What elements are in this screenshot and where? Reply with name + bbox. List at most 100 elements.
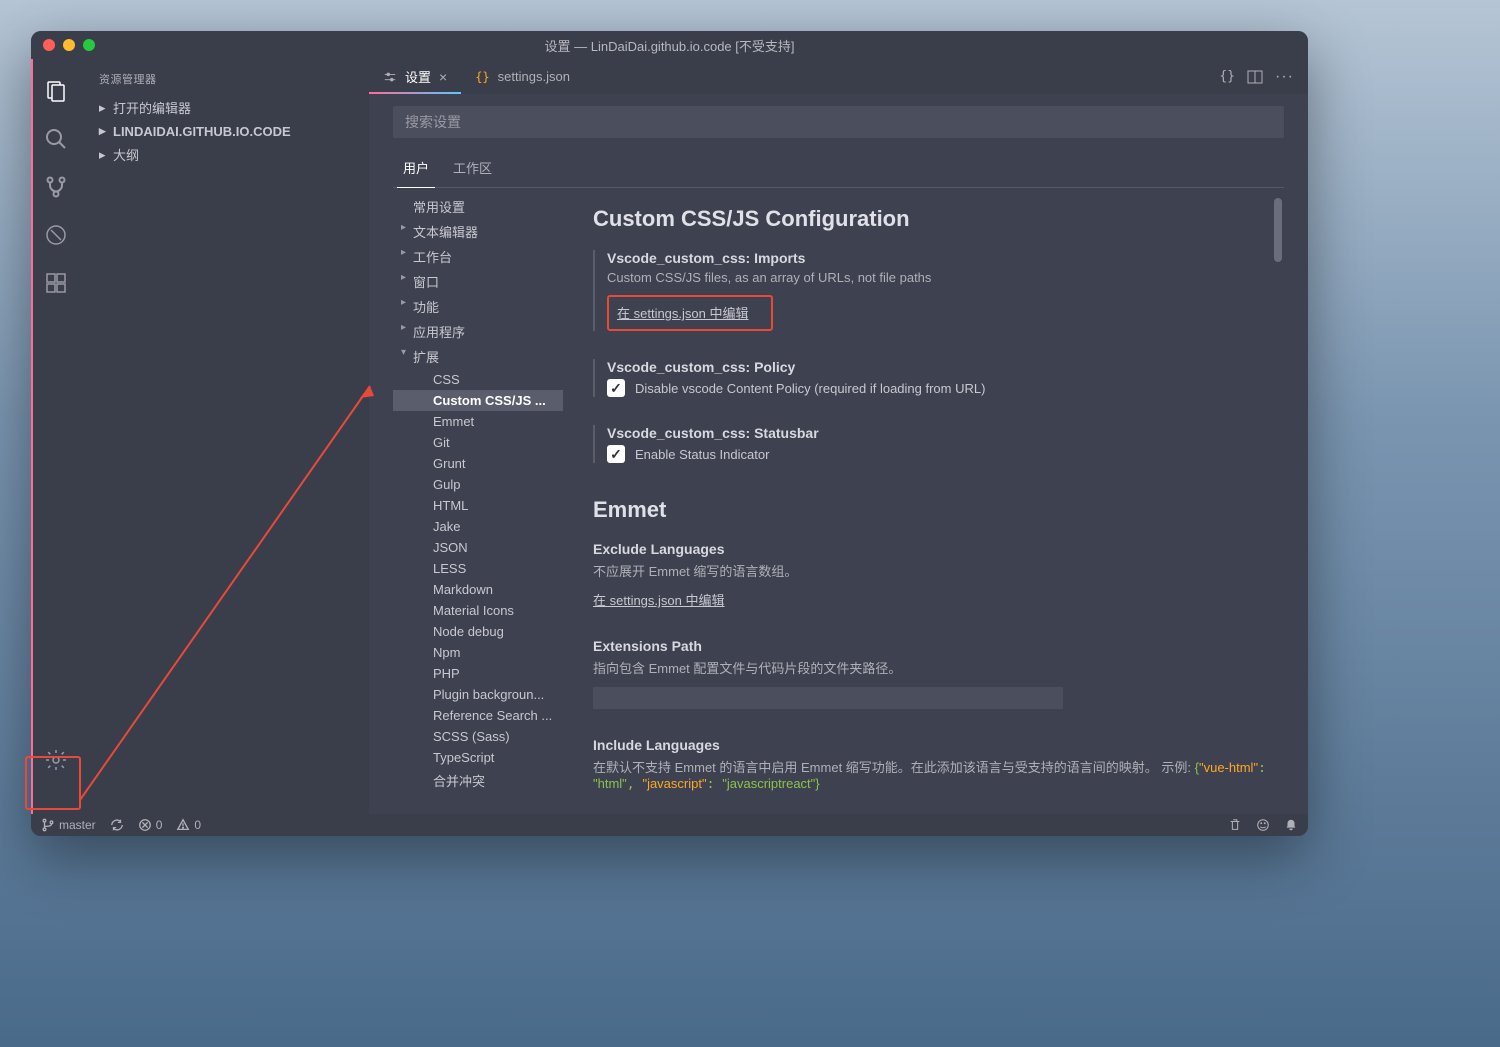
trash-icon[interactable] xyxy=(1228,818,1242,832)
annotation-gear-highlight xyxy=(25,756,81,810)
scope-tabs: 用户 工作区 xyxy=(393,152,1284,188)
titlebar: 设置 — LinDaiDai.github.io.code [不受支持] xyxy=(31,31,1308,59)
toc-grunt[interactable]: Grunt xyxy=(393,453,563,474)
scope-workspace[interactable]: 工作区 xyxy=(443,152,502,187)
toc-plugin-background[interactable]: Plugin backgroun... xyxy=(393,684,563,705)
toc-custom-css[interactable]: Custom CSS/JS ... xyxy=(393,390,563,411)
section-heading-custom-css: Custom CSS/JS Configuration xyxy=(593,206,1274,232)
checkbox-label: Disable vscode Content Policy (required … xyxy=(635,381,985,396)
source-control-icon[interactable] xyxy=(32,163,80,211)
toc-material-icons[interactable]: Material Icons xyxy=(393,600,563,621)
toc-text-editor[interactable]: 文本编辑器 xyxy=(393,219,563,244)
status-bar: master 0 0 xyxy=(31,814,1308,836)
toc-common[interactable]: 常用设置 xyxy=(393,194,563,219)
scrollbar[interactable] xyxy=(1272,194,1284,802)
editor-area: 设置 × {} settings.json {} ··· 用户 工作区 xyxy=(369,59,1308,814)
sidebar-workspace-root[interactable]: ▸LINDAIDAI.GITHUB.IO.CODE xyxy=(79,120,369,142)
sync-icon[interactable] xyxy=(110,818,124,832)
setting-statusbar: Vscode_custom_css: Statusbar ✓ Enable St… xyxy=(593,425,1274,463)
toc-git[interactable]: Git xyxy=(393,432,563,453)
toc-less[interactable]: LESS xyxy=(393,558,563,579)
setting-title: Extensions Path xyxy=(593,638,1274,654)
setting-desc: 在默认不支持 Emmet 的语言中启用 Emmet 缩写功能。在此添加该语言与受… xyxy=(593,757,1274,792)
editor-tabs: 设置 × {} settings.json {} ··· xyxy=(369,59,1308,94)
setting-extensions-path: Extensions Path 指向包含 Emmet 配置文件与代码片段的文件夹… xyxy=(593,638,1274,709)
explorer-icon[interactable] xyxy=(32,67,80,115)
sidebar-outline[interactable]: ▸大纲 xyxy=(79,142,369,167)
toc-php[interactable]: PHP xyxy=(393,663,563,684)
edit-in-json-link[interactable]: 在 settings.json 中编辑 xyxy=(617,303,749,322)
setting-title: Vscode_custom_css: Policy xyxy=(607,359,1274,375)
toc-scss[interactable]: SCSS (Sass) xyxy=(393,726,563,747)
tab-label: settings.json xyxy=(498,69,570,84)
toc-emmet[interactable]: Emmet xyxy=(393,411,563,432)
setting-title: Vscode_custom_css: Imports xyxy=(607,250,1274,266)
toc-extensions[interactable]: 扩展 xyxy=(393,344,563,369)
toc-workbench[interactable]: 工作台 xyxy=(393,244,563,269)
extensions-path-input[interactable] xyxy=(593,687,1063,709)
activity-bar xyxy=(31,59,79,814)
sidebar-open-editors[interactable]: ▸打开的编辑器 xyxy=(79,95,369,120)
tab-label: 设置 xyxy=(405,67,431,86)
close-tab-icon[interactable]: × xyxy=(439,69,447,85)
smiley-icon[interactable] xyxy=(1256,818,1270,832)
toc-npm[interactable]: Npm xyxy=(393,642,563,663)
scope-user[interactable]: 用户 xyxy=(393,152,439,187)
status-warnings[interactable]: 0 xyxy=(176,818,201,832)
setting-title: Include Languages xyxy=(593,737,1274,753)
toc-html[interactable]: HTML xyxy=(393,495,563,516)
toc-jake[interactable]: Jake xyxy=(393,516,563,537)
sidebar-explorer: 资源管理器 ▸打开的编辑器 ▸LINDAIDAI.GITHUB.IO.CODE … xyxy=(79,59,369,814)
toc-merge[interactable]: 合并冲突 xyxy=(393,768,563,793)
settings-editor: 用户 工作区 常用设置 文本编辑器 工作台 窗口 功能 应用程序 扩展 CSS … xyxy=(369,94,1308,814)
setting-imports: Vscode_custom_css: Imports Custom CSS/JS… xyxy=(593,250,1274,331)
sidebar-title: 资源管理器 xyxy=(79,67,369,95)
adjust-icon xyxy=(383,70,397,84)
more-icon[interactable]: ··· xyxy=(1275,68,1294,86)
setting-desc: 不应展开 Emmet 缩写的语言数组。 xyxy=(593,561,1274,580)
vscode-window: 设置 — LinDaiDai.github.io.code [不受支持] xyxy=(31,31,1308,836)
traffic-lights xyxy=(31,39,95,51)
status-errors[interactable]: 0 xyxy=(138,818,163,832)
checkbox-label: Enable Status Indicator xyxy=(635,447,769,462)
toc-reference-search[interactable]: Reference Search ... xyxy=(393,705,563,726)
maximize-window-button[interactable] xyxy=(83,39,95,51)
edit-in-json-link[interactable]: 在 settings.json 中编辑 xyxy=(593,590,725,609)
setting-title: Exclude Languages xyxy=(593,541,1274,557)
setting-policy: Vscode_custom_css: Policy ✓ Disable vsco… xyxy=(593,359,1274,397)
json-icon: {} xyxy=(475,70,489,84)
bell-icon[interactable] xyxy=(1284,818,1298,832)
setting-exclude-languages: Exclude Languages 不应展开 Emmet 缩写的语言数组。 在 … xyxy=(593,541,1274,610)
settings-toc: 常用设置 文本编辑器 工作台 窗口 功能 应用程序 扩展 CSS Custom … xyxy=(393,194,563,802)
debug-icon[interactable] xyxy=(32,211,80,259)
close-window-button[interactable] xyxy=(43,39,55,51)
policy-checkbox[interactable]: ✓ xyxy=(607,379,625,397)
search-icon[interactable] xyxy=(32,115,80,163)
statusbar-checkbox[interactable]: ✓ xyxy=(607,445,625,463)
search-settings-input[interactable] xyxy=(393,106,1284,138)
setting-desc: 指向包含 Emmet 配置文件与代码片段的文件夹路径。 xyxy=(593,658,1274,677)
toc-css[interactable]: CSS xyxy=(393,369,563,390)
setting-desc: Custom CSS/JS files, as an array of URLs… xyxy=(607,270,1274,285)
toc-markdown[interactable]: Markdown xyxy=(393,579,563,600)
minimize-window-button[interactable] xyxy=(63,39,75,51)
tab-settings[interactable]: 设置 × xyxy=(369,59,461,94)
toc-features[interactable]: 功能 xyxy=(393,294,563,319)
setting-include-languages: Include Languages 在默认不支持 Emmet 的语言中启用 Em… xyxy=(593,737,1274,792)
git-branch[interactable]: master xyxy=(41,818,96,832)
tab-settings-json[interactable]: {} settings.json xyxy=(461,59,584,94)
open-json-icon[interactable]: {} xyxy=(1219,69,1235,84)
toc-application[interactable]: 应用程序 xyxy=(393,319,563,344)
toc-json[interactable]: JSON xyxy=(393,537,563,558)
split-editor-icon[interactable] xyxy=(1247,69,1263,85)
toc-window[interactable]: 窗口 xyxy=(393,269,563,294)
highlight-edit-in-json: 在 settings.json 中编辑 xyxy=(607,295,773,331)
toc-gulp[interactable]: Gulp xyxy=(393,474,563,495)
toc-node-debug[interactable]: Node debug xyxy=(393,621,563,642)
window-title: 设置 — LinDaiDai.github.io.code [不受支持] xyxy=(545,36,795,55)
section-heading-emmet: Emmet xyxy=(593,497,1274,523)
extensions-icon[interactable] xyxy=(32,259,80,307)
settings-list[interactable]: Custom CSS/JS Configuration Vscode_custo… xyxy=(563,194,1284,802)
toc-typescript[interactable]: TypeScript xyxy=(393,747,563,768)
scrollbar-thumb[interactable] xyxy=(1274,198,1282,262)
